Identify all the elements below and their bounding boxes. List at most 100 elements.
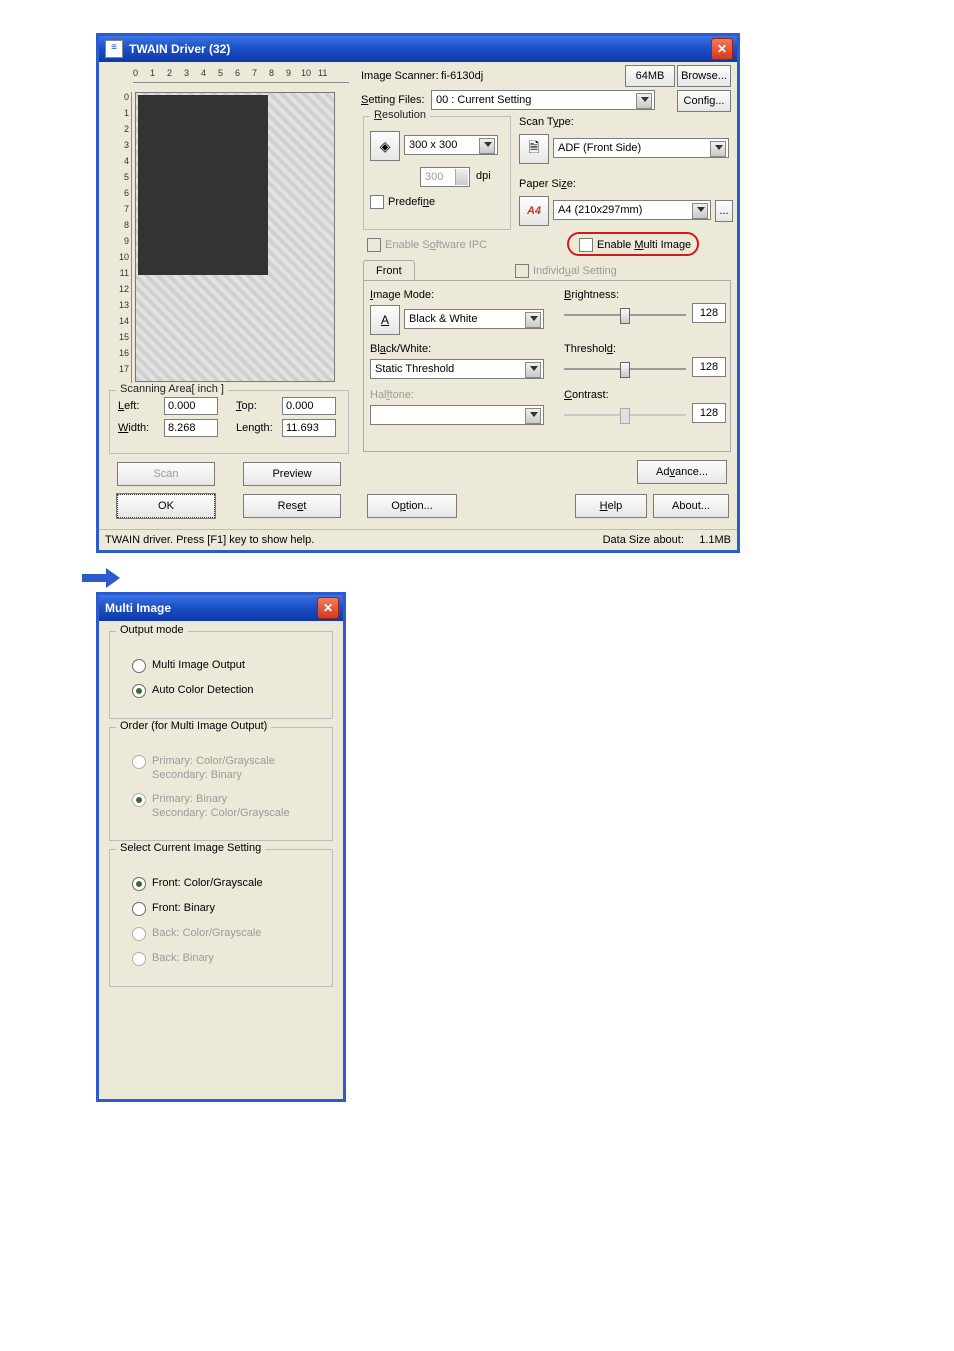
multi-client: Output mode Multi Image Output Auto Colo… (99, 621, 343, 1099)
radio-order-1: Primary: Color/GrayscaleSecondary: Binar… (132, 754, 322, 782)
predefine-checkbox[interactable]: Predefine (370, 195, 435, 209)
app-icon: ≡ (105, 40, 123, 58)
resolution-value: 300 x 300 (409, 139, 457, 151)
front-tab[interactable]: Front (363, 260, 415, 281)
order-group: Order (for Multi Image Output) Primary: … (109, 727, 333, 841)
titlebar-multi: Multi Image ✕ (99, 595, 343, 621)
select-current-group: Select Current Image Setting Front: Colo… (109, 849, 333, 987)
scan-type-value: ADF (Front Side) (558, 142, 641, 154)
scan-type-label: Scan Type: (519, 116, 574, 128)
radio-multi-image-output[interactable]: Multi Image Output (132, 658, 322, 673)
radio-front-color[interactable]: Front: Color/Grayscale (132, 876, 322, 891)
image-mode-value: Black & White (409, 313, 477, 325)
tab-panel: Image Mode: A Black & White Black/White:… (363, 280, 731, 452)
output-mode-legend: Output mode (116, 624, 188, 636)
advance-button[interactable]: Advance... (637, 460, 727, 484)
left-label: Left: (118, 400, 164, 412)
length-input[interactable] (282, 419, 336, 437)
dpi-spinner[interactable]: 300 (420, 167, 470, 187)
threshold-label: Threshold: (564, 343, 616, 355)
paper-size-label: Paper Size: (519, 178, 576, 190)
enable-ipc-checkbox: Enable Software IPC (367, 238, 487, 252)
paper-more-button[interactable]: ... (715, 200, 733, 222)
radio-auto-color-detection[interactable]: Auto Color Detection (132, 683, 322, 698)
halftone-combo (370, 405, 544, 425)
black-white-value: Static Threshold (375, 363, 454, 375)
button-row-2: OK Reset (109, 494, 349, 518)
top-label: Top: (236, 400, 282, 412)
order-legend: Order (for Multi Image Output) (116, 720, 271, 732)
resolution-combo[interactable]: 300 x 300 (404, 135, 498, 155)
contrast-slider (564, 405, 686, 425)
preview-button[interactable]: Preview (243, 462, 341, 486)
image-mode-label: Image Mode: (370, 289, 434, 301)
preview-page (138, 95, 268, 275)
config-button[interactable]: Config... (677, 90, 731, 112)
scan-type-combo[interactable]: ADF (Front Side) (553, 138, 729, 158)
radio-order-2: Primary: BinarySecondary: Color/Grayscal… (132, 792, 322, 820)
dpi-label: dpi (476, 170, 491, 182)
setting-files-combo[interactable]: 00 : Current Setting (431, 90, 655, 110)
black-white-combo[interactable]: Static Threshold (370, 359, 544, 379)
status-bar: TWAIN driver. Press [F1] key to show hel… (99, 529, 737, 550)
resolution-group: Resolution ◈ 300 x 300 300 dpi Predefine (363, 116, 511, 230)
about-button[interactable]: About... (653, 494, 729, 518)
scan-button[interactable]: Scan (117, 462, 215, 486)
help-button[interactable]: Help (575, 494, 647, 518)
top-input[interactable] (282, 397, 336, 415)
enable-multi-image-checkbox[interactable]: Enable Multi Image (579, 238, 691, 252)
preview-area: 0 1 2 3 4 5 6 7 8 9 10 11 0 1 2 3 4 5 (109, 68, 349, 388)
radio-back-color: Back: Color/Grayscale (132, 926, 322, 941)
scan-type-icon: 🗎 (519, 134, 549, 164)
left-input[interactable] (164, 397, 218, 415)
halftone-label: Halftone: (370, 389, 414, 401)
h-ticks (133, 82, 349, 91)
width-label: Width: (118, 422, 164, 434)
radio-back-binary: Back: Binary (132, 951, 322, 966)
paper-size-combo[interactable]: A4 (210x297mm) (553, 200, 711, 220)
client-area: 0 1 2 3 4 5 6 7 8 9 10 11 0 1 2 3 4 5 (99, 62, 737, 550)
threshold-slider[interactable] (564, 359, 686, 379)
image-mode-combo[interactable]: Black & White (404, 309, 544, 329)
twain-driver-window: ≡ TWAIN Driver (32) ✕ 0 1 2 3 4 5 6 7 8 … (96, 33, 740, 553)
image-scanner-value: fi-6130dj (441, 70, 483, 82)
contrast-value: 128 (692, 403, 726, 423)
contrast-label: Contrast: (564, 389, 609, 401)
window-title: TWAIN Driver (32) (129, 42, 711, 56)
preview-canvas[interactable] (135, 92, 335, 382)
option-button[interactable]: Option... (367, 494, 457, 518)
ok-button[interactable]: OK (117, 494, 215, 518)
close-icon-multi[interactable]: ✕ (317, 597, 339, 619)
titlebar: ≡ TWAIN Driver (32) ✕ (99, 36, 737, 62)
multi-image-window: Multi Image ✕ Output mode Multi Image Ou… (96, 592, 346, 1102)
output-mode-group: Output mode Multi Image Output Auto Colo… (109, 631, 333, 719)
brightness-slider[interactable] (564, 305, 686, 325)
brightness-label: Brightness: (564, 289, 619, 301)
image-scanner-label: Image Scanner: (361, 70, 439, 82)
setting-files-label: Setting Files: (361, 94, 425, 106)
status-right: Data Size about: 1.1MB (603, 534, 731, 546)
setting-files-value: 00 : Current Setting (436, 94, 531, 106)
paper-size-icon: A4 (519, 196, 549, 226)
arrow-icon (82, 568, 122, 588)
select-legend: Select Current Image Setting (116, 842, 265, 854)
threshold-value[interactable]: 128 (692, 357, 726, 377)
radio-front-binary[interactable]: Front: Binary (132, 901, 322, 916)
reset-button[interactable]: Reset (243, 494, 341, 518)
length-label: Length: (236, 422, 282, 434)
memory-indicator: 64MB (625, 65, 675, 87)
width-input[interactable] (164, 419, 218, 437)
resolution-title: Resolution (370, 109, 430, 121)
multi-title: Multi Image (105, 601, 317, 615)
browse-button[interactable]: Browse... (677, 65, 731, 87)
individual-setting-checkbox: Individual Setting (515, 264, 617, 278)
vertical-ruler: 0 1 2 3 4 5 6 7 8 9 10 11 12 13 14 15 16… (113, 92, 131, 388)
black-white-label: Black/White: (370, 343, 431, 355)
resolution-icon: ◈ (370, 131, 400, 161)
brightness-value[interactable]: 128 (692, 303, 726, 323)
scanning-area-group: Scanning Area[ inch ] Left: Top: Width: … (109, 390, 349, 454)
close-icon[interactable]: ✕ (711, 38, 733, 60)
image-mode-icon: A (370, 305, 400, 335)
button-row-1: Scan Preview (109, 462, 349, 486)
paper-size-value: A4 (210x297mm) (558, 204, 642, 216)
